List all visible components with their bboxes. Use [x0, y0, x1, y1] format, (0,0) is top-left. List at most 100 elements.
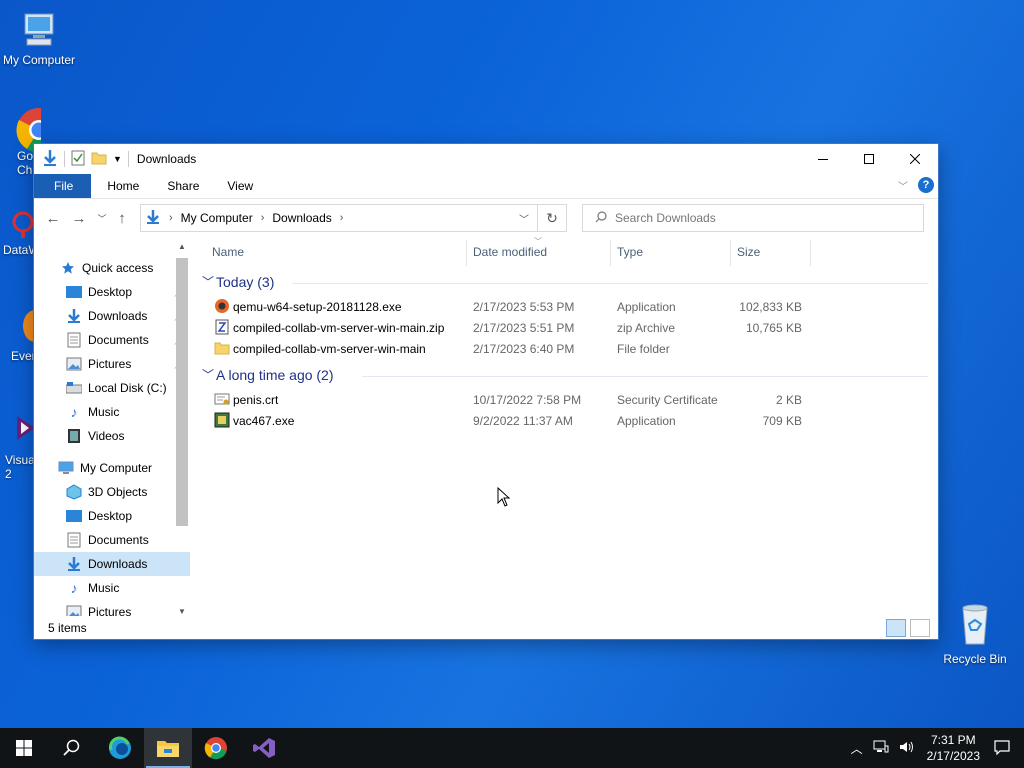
desktop-icon — [66, 508, 82, 524]
nav-qa-videos[interactable]: Videos — [34, 424, 190, 448]
forward-button[interactable]: → — [66, 210, 92, 227]
nav-my-computer[interactable]: My Computer — [34, 456, 190, 480]
nav-quick-access[interactable]: Quick access — [34, 256, 190, 280]
details-view-button[interactable] — [886, 619, 906, 637]
breadcrumb-separator-icon: › — [339, 212, 344, 224]
desktop-icon-recycle-bin[interactable]: Recycle Bin — [937, 602, 1013, 666]
nav-qa-pictures[interactable]: Pictures📌 — [34, 352, 190, 376]
tab-share[interactable]: Share — [153, 174, 213, 198]
large-icons-view-button[interactable] — [910, 619, 930, 637]
drive-icon — [66, 380, 82, 396]
expand-ribbon-chevron-icon[interactable]: ﹀ — [898, 178, 908, 193]
breadcrumb-my-computer[interactable]: My Computer — [181, 211, 253, 225]
tab-view[interactable]: View — [213, 174, 267, 198]
recent-locations-chevron-icon[interactable]: ﹀ — [92, 212, 112, 225]
nav-mc-downloads[interactable]: Downloads — [34, 552, 190, 576]
group-label: A long time ago (2) — [216, 367, 334, 383]
nav-qa-local-disk[interactable]: Local Disk (C:) — [34, 376, 190, 400]
breadcrumb-separator-icon: › — [169, 212, 173, 224]
column-name[interactable]: Name — [212, 245, 244, 259]
file-row[interactable]: compiled-collab-vm-server-win-main.zip 2… — [202, 317, 938, 338]
search-input[interactable]: Search Downloads — [615, 211, 716, 225]
file-row[interactable]: compiled-collab-vm-server-win-main 2/17/… — [202, 338, 938, 359]
column-type[interactable]: Type — [617, 245, 643, 259]
clock-time: 7:31 PM — [930, 733, 976, 747]
file-type: Security Certificate — [617, 393, 718, 407]
column-size[interactable]: Size — [737, 245, 760, 259]
file-type: File folder — [617, 342, 670, 356]
taskbar-search-button[interactable] — [48, 728, 96, 768]
volume-icon[interactable] — [899, 740, 915, 757]
up-button[interactable]: ↑ — [112, 210, 132, 227]
group-header-long-ago[interactable]: ﹀ A long time ago (2) — [202, 363, 938, 389]
nav-qa-desktop[interactable]: Desktop📌 — [34, 280, 190, 304]
desktop-icon-evernote[interactable]: Ever — [1, 306, 37, 363]
search-box[interactable]: Search Downloads — [582, 204, 924, 232]
breadcrumb-downloads[interactable]: Downloads — [272, 211, 331, 225]
chrome-icon — [15, 106, 41, 153]
taskbar-chrome[interactable] — [192, 728, 240, 768]
nav-label: Downloads — [88, 309, 148, 323]
address-bar[interactable]: › My Computer › Downloads › ﹀ — [140, 204, 538, 232]
taskbar-clock[interactable]: 7:31 PM 2/17/2023 — [927, 732, 980, 764]
file-size: 10,765 KB — [745, 321, 802, 335]
file-row[interactable]: penis.crt 10/17/2022 7:58 PM Security Ce… — [202, 389, 938, 410]
taskbar-file-explorer[interactable] — [144, 728, 192, 768]
network-icon[interactable] — [873, 740, 889, 757]
nav-pane-scrollbar[interactable]: ▲ ▼ — [174, 242, 190, 616]
scroll-down-icon[interactable]: ▼ — [174, 607, 190, 616]
nav-mc-pictures[interactable]: Pictures — [34, 600, 190, 616]
back-button[interactable]: ← — [40, 210, 66, 227]
nav-label: Pictures — [88, 357, 132, 371]
file-name: penis.crt — [233, 393, 279, 407]
start-button[interactable] — [0, 728, 48, 768]
nav-qa-downloads[interactable]: Downloads📌 — [34, 304, 190, 328]
address-history-chevron-icon[interactable]: ﹀ — [519, 211, 529, 226]
edge-icon — [109, 736, 131, 759]
minimize-button[interactable] — [800, 144, 846, 174]
file-row[interactable]: qemu-w64-setup-20181128.exe 2/17/2023 5:… — [202, 296, 938, 317]
file-row[interactable]: vac467.exe 9/2/2022 11:37 AM Application… — [202, 410, 938, 431]
column-date-modified[interactable]: Date modified — [473, 245, 547, 259]
notifications-icon[interactable] — [994, 739, 1010, 758]
videos-icon — [66, 428, 82, 444]
desktop-icon-visual-studio[interactable]: Visua 2 — [1, 410, 37, 481]
nav-mc-documents[interactable]: Documents — [34, 528, 190, 552]
show-hidden-icons-chevron-icon[interactable]: ︿ — [851, 740, 863, 757]
desktop-icon-my-computer[interactable]: My Computer — [1, 10, 77, 67]
column-divider[interactable] — [610, 240, 611, 266]
toolbar-divider — [127, 151, 129, 167]
help-button[interactable]: ? — [918, 177, 934, 193]
column-divider[interactable] — [730, 240, 731, 266]
customize-toolbar-dropdown-icon[interactable]: ▼ — [113, 154, 122, 164]
taskbar-visual-studio[interactable] — [240, 728, 288, 768]
group-header-today[interactable]: ﹀ Today (3) — [202, 270, 938, 296]
nav-qa-documents[interactable]: Documents📌 — [34, 328, 190, 352]
tab-home[interactable]: Home — [91, 174, 153, 198]
properties-icon[interactable] — [71, 150, 85, 169]
scrollbar-thumb[interactable] — [176, 258, 188, 526]
group-divider — [292, 283, 928, 284]
new-folder-icon[interactable] — [91, 150, 107, 169]
view-toggle — [886, 619, 930, 637]
column-divider[interactable] — [810, 240, 811, 266]
maximize-button[interactable] — [846, 144, 892, 174]
download-arrow-icon — [66, 556, 82, 572]
computer-icon — [58, 460, 74, 476]
ribbon-tabs: File Home Share View ﹀ ? — [34, 174, 938, 199]
nav-qa-music[interactable]: ♪ Music — [34, 400, 190, 424]
taskbar-edge[interactable] — [96, 728, 144, 768]
scroll-up-icon[interactable]: ▲ — [174, 242, 190, 251]
tab-file[interactable]: File — [34, 174, 92, 198]
close-button[interactable] — [892, 144, 938, 174]
desktop-icon-label: Recycle Bin — [943, 652, 1007, 666]
file-date: 2/17/2023 6:40 PM — [473, 342, 575, 356]
refresh-button[interactable]: ↻ — [538, 204, 567, 232]
nav-mc-3d-objects[interactable]: 3D Objects — [34, 480, 190, 504]
nav-mc-desktop[interactable]: Desktop — [34, 504, 190, 528]
nav-label: My Computer — [80, 461, 153, 475]
column-divider[interactable] — [466, 240, 467, 266]
nav-label: Documents — [88, 333, 149, 347]
taskbar: ︿ 7:31 PM 2/17/2023 — [0, 728, 1024, 768]
nav-mc-music[interactable]: ♪ Music — [34, 576, 190, 600]
